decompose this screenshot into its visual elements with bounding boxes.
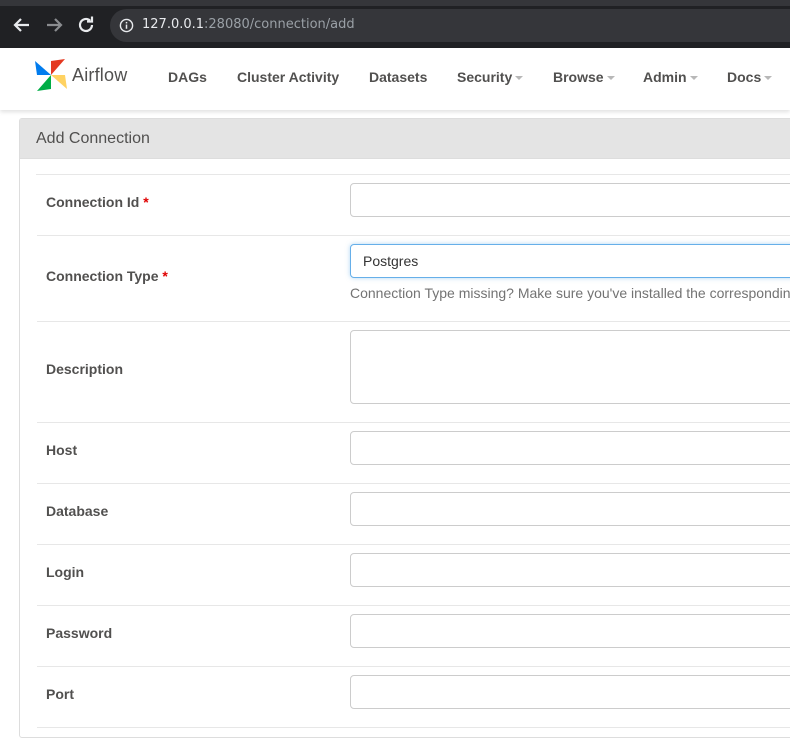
nav-browse-label: Browse <box>553 69 604 85</box>
connection-type-help: Connection Type missing? Make sure you'v… <box>350 285 790 301</box>
description-textarea[interactable] <box>350 330 790 404</box>
reload-icon[interactable] <box>76 14 96 36</box>
form-row-password: Password <box>37 606 790 667</box>
url-path: :28080/connection/add <box>204 17 355 32</box>
connection-form: Connection Id * Connection Type * Postgr… <box>36 174 790 728</box>
airflow-logo-icon <box>35 59 67 91</box>
back-icon[interactable] <box>12 14 32 36</box>
nav-security-label: Security <box>457 69 513 85</box>
browser-toolbar: 127.0.0.1:28080/connection/add <box>0 0 790 48</box>
site-info-icon[interactable] <box>119 18 134 33</box>
connection-id-label-text: Connection Id <box>46 194 140 210</box>
connection-id-input[interactable] <box>350 183 790 217</box>
connection-type-label-text: Connection Type <box>46 268 159 284</box>
page-title: Add Connection <box>36 130 150 147</box>
form-row-login: Login <box>37 545 790 606</box>
nav-docs-label: Docs <box>727 69 762 85</box>
add-connection-panel: Add Connection Connection Id * Connectio… <box>19 118 790 738</box>
connection-type-select[interactable]: Postgres <box>350 244 790 278</box>
nav-datasets[interactable]: Datasets <box>369 69 427 85</box>
nav-admin-label: Admin <box>643 69 687 85</box>
caret-down-icon <box>606 76 615 80</box>
port-input[interactable] <box>350 675 790 709</box>
nav-security[interactable]: Security <box>457 69 524 85</box>
form-row-connection-type: Connection Type * Postgres Connection Ty… <box>37 236 790 322</box>
form-row-description: Description <box>37 322 790 423</box>
address-bar[interactable]: 127.0.0.1:28080/connection/add <box>110 9 790 42</box>
tab-strip <box>0 0 790 6</box>
nav-dags[interactable]: DAGs <box>168 69 207 85</box>
required-mark: * <box>143 194 149 210</box>
nav-cluster-activity[interactable]: Cluster Activity <box>237 69 339 85</box>
connection-type-label: Connection Type * <box>46 268 168 284</box>
host-label: Host <box>46 442 78 458</box>
database-label: Database <box>46 503 109 519</box>
url-host: 127.0.0.1 <box>142 17 205 32</box>
connection-type-value: Postgres <box>363 253 419 269</box>
forward-icon[interactable] <box>44 14 64 36</box>
description-label: Description <box>46 361 124 377</box>
database-input[interactable] <box>350 492 790 526</box>
port-label: Port <box>46 686 74 702</box>
nav-browse[interactable]: Browse <box>553 69 615 85</box>
nav-docs[interactable]: Docs <box>727 69 773 85</box>
password-input[interactable] <box>350 614 790 648</box>
caret-down-icon <box>689 76 698 80</box>
caret-down-icon <box>764 76 773 80</box>
form-row-connection-id: Connection Id * <box>37 175 790 236</box>
brand-name: Airflow <box>72 65 128 85</box>
password-label: Password <box>46 625 113 641</box>
nav-cluster-activity-label: Cluster Activity <box>237 69 340 85</box>
required-mark: * <box>162 268 168 284</box>
panel-heading: Add Connection <box>20 119 790 159</box>
brand-link[interactable]: Airflow <box>33 57 133 95</box>
nav-datasets-label: Datasets <box>369 69 428 85</box>
form-row-host: Host <box>37 423 790 484</box>
login-input[interactable] <box>350 553 790 587</box>
connection-id-label: Connection Id * <box>46 194 149 210</box>
host-input[interactable] <box>350 431 790 465</box>
caret-down-icon <box>515 76 524 80</box>
form-row-database: Database <box>37 484 790 545</box>
top-navbar: Airflow DAGs Cluster Activity Datasets S… <box>0 48 790 110</box>
nav-admin[interactable]: Admin <box>643 69 698 85</box>
login-label: Login <box>46 564 85 580</box>
nav-dags-label: DAGs <box>168 69 207 85</box>
url-text[interactable]: 127.0.0.1:28080/connection/add <box>142 17 355 32</box>
